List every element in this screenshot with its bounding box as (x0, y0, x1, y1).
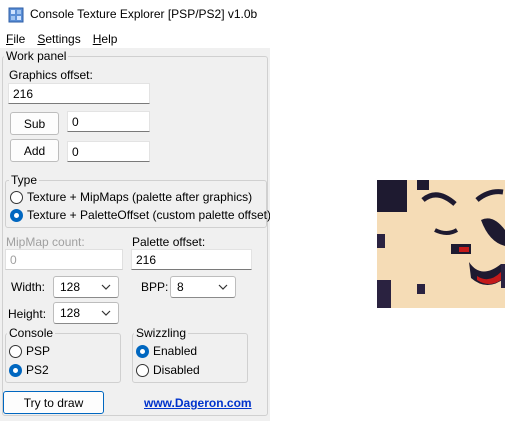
dageron-link[interactable]: www.Dageron.com (144, 396, 252, 410)
sub-value-input[interactable]: 0 (67, 111, 150, 132)
radio-mipmaps[interactable] (10, 190, 23, 204)
radio-enabled[interactable] (136, 344, 149, 358)
type-option-mipmaps-label: Texture + MipMaps (palette after graphic… (27, 190, 253, 204)
bpp-select[interactable]: 8 (170, 276, 236, 298)
swizzling-option-disabled[interactable]: Disabled (136, 363, 200, 377)
chevron-down-icon (101, 284, 111, 290)
type-option-palette-offset[interactable]: Texture + PaletteOffset (custom palette … (10, 208, 271, 222)
mipmap-count-label: MipMap count: (6, 235, 85, 249)
type-group-label: Type (9, 173, 40, 187)
type-option-palette-offset-label: Texture + PaletteOffset (custom palette … (27, 208, 272, 222)
radio-disabled[interactable] (136, 363, 149, 377)
menu-settings-label: ettings (45, 32, 81, 46)
type-option-mipmaps[interactable]: Texture + MipMaps (palette after graphic… (10, 190, 252, 204)
graphics-offset-input[interactable]: 216 (8, 83, 150, 104)
console-option-psp[interactable]: PSP (9, 344, 50, 358)
width-label: Width: (11, 280, 46, 294)
height-select-value: 128 (60, 306, 81, 320)
radio-ps2[interactable] (9, 363, 22, 377)
app-icon (8, 7, 24, 23)
swizzling-option-disabled-label: Disabled (153, 363, 200, 377)
console-group-label: Console (7, 326, 56, 340)
menu-bar: File Settings Help (0, 30, 532, 48)
radio-psp[interactable] (9, 344, 22, 358)
sub-button[interactable]: Sub (10, 112, 59, 135)
graphics-offset-label: Graphics offset: (9, 68, 93, 82)
texture-preview (377, 180, 505, 308)
add-value-input[interactable]: 0 (67, 141, 150, 162)
menu-settings[interactable]: Settings (31, 32, 86, 46)
height-label: Height: (8, 307, 47, 321)
bpp-label: BPP: (141, 280, 169, 294)
radio-palette-offset[interactable] (10, 208, 23, 222)
chevron-down-icon (218, 284, 228, 290)
console-option-ps2[interactable]: PS2 (9, 363, 49, 377)
mipmap-count-input: 0 (5, 249, 123, 270)
swizzling-group-label: Swizzling (134, 326, 189, 340)
title-bar: Console Texture Explorer [PSP/PS2] v1.0b (0, 0, 532, 30)
menu-file-label: ile (13, 32, 26, 46)
width-select[interactable]: 128 (53, 276, 119, 298)
bpp-select-value: 8 (177, 280, 184, 294)
try-to-draw-button[interactable]: Try to draw (3, 391, 104, 414)
palette-offset-input[interactable]: 216 (131, 249, 252, 270)
chevron-down-icon (101, 310, 111, 316)
palette-offset-label: Palette offset: (132, 235, 206, 249)
menu-file[interactable]: File (0, 32, 31, 46)
add-button[interactable]: Add (10, 139, 59, 162)
swizzling-option-enabled[interactable]: Enabled (136, 344, 197, 358)
swizzling-option-enabled-label: Enabled (153, 344, 198, 358)
width-select-value: 128 (60, 280, 81, 294)
console-option-ps2-label: PS2 (26, 363, 49, 377)
window-title: Console Texture Explorer [PSP/PS2] v1.0b (30, 7, 258, 21)
menu-help[interactable]: Help (87, 32, 124, 46)
height-select[interactable]: 128 (53, 302, 119, 324)
work-panel-label: Work panel (4, 49, 69, 63)
menu-help-label: elp (101, 32, 118, 46)
console-option-psp-label: PSP (26, 344, 51, 358)
